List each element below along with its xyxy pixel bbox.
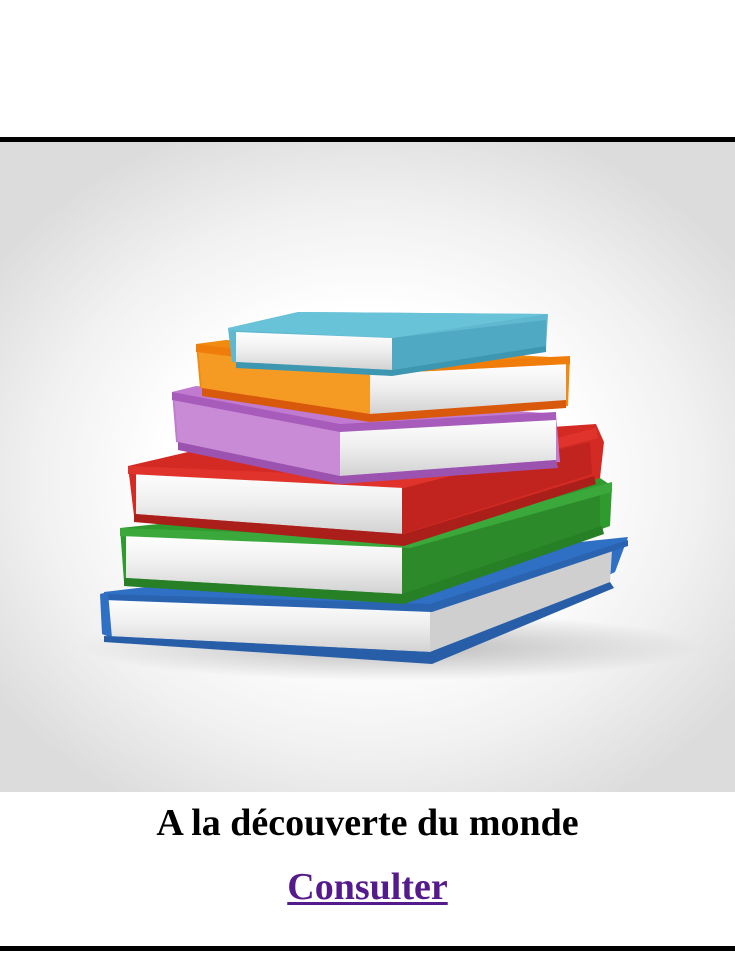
consult-link-wrapper: Consulter <box>0 864 735 910</box>
card-title: A la découverte du monde <box>156 802 579 844</box>
stack-of-books-icon <box>80 312 700 681</box>
consult-link[interactable]: Consulter <box>287 866 447 908</box>
book-cover-image <box>0 142 735 792</box>
book-card: A la découverte du monde Consulter <box>0 137 735 951</box>
